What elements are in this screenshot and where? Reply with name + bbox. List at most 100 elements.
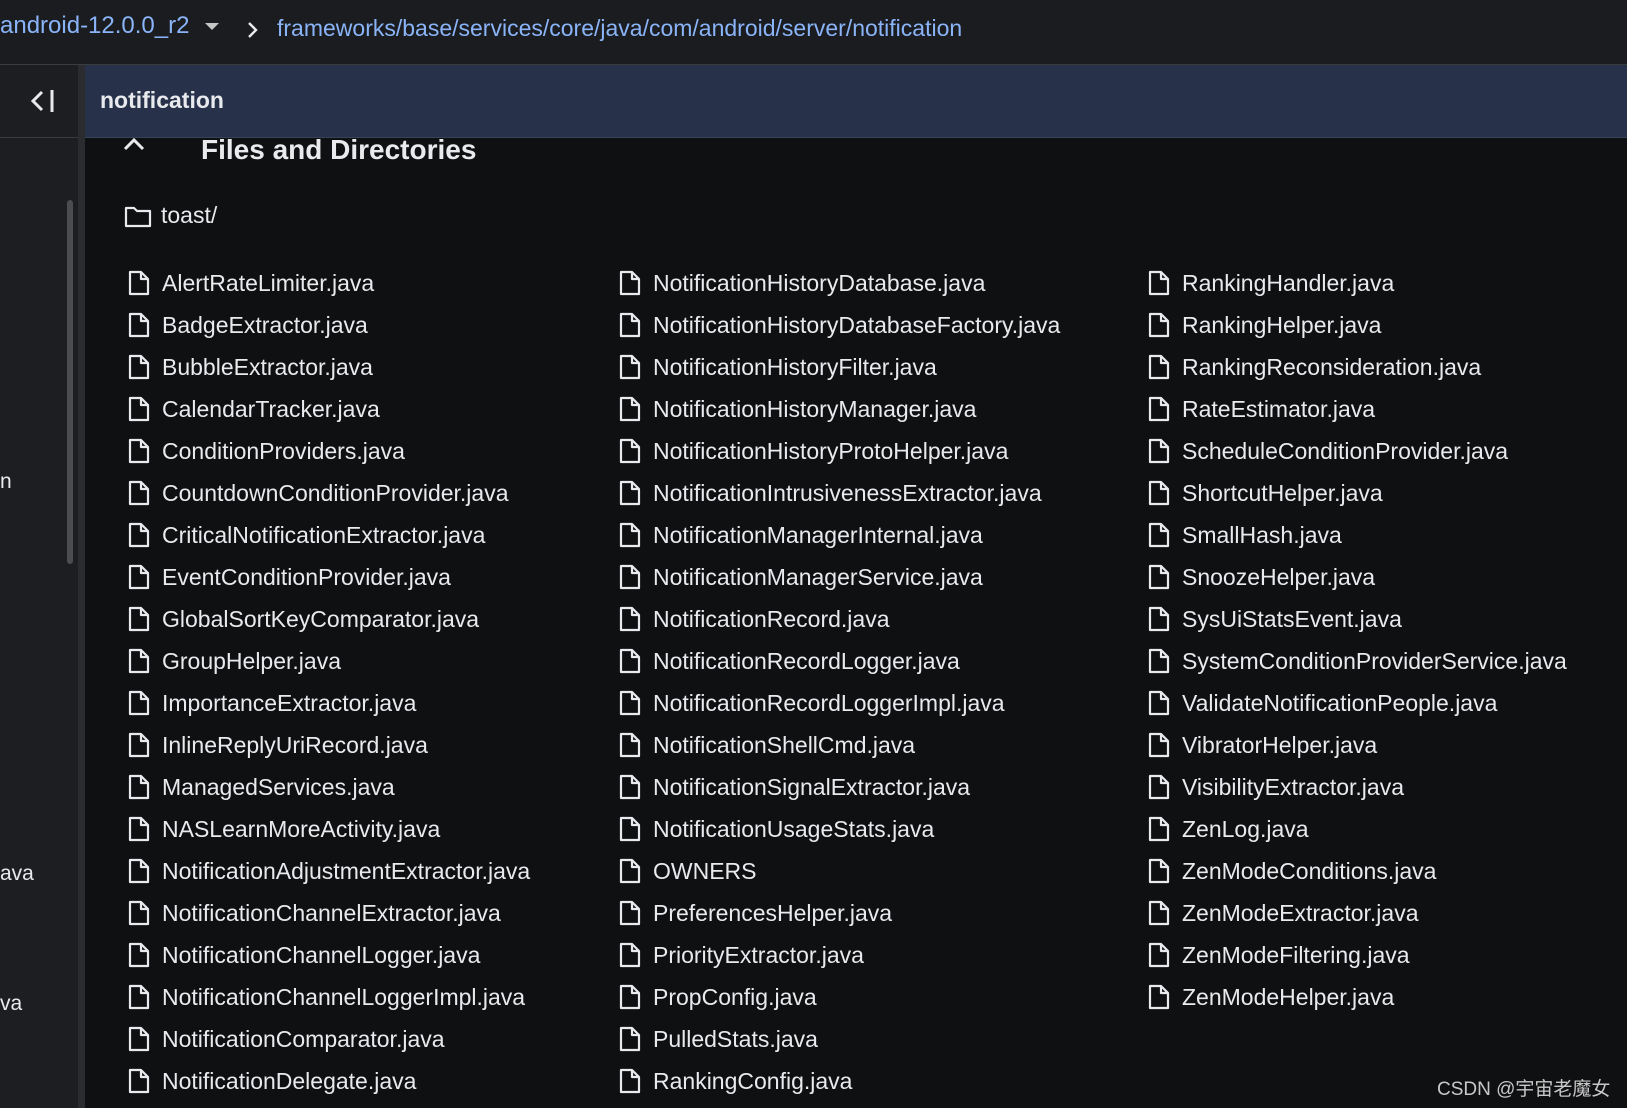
sidebar-item-label[interactable]: n bbox=[0, 470, 12, 494]
file-name[interactable]: NotificationComparator.java bbox=[162, 1024, 445, 1054]
file-name[interactable]: PropConfig.java bbox=[653, 982, 817, 1012]
file-name[interactable]: NASLearnMoreActivity.java bbox=[162, 814, 440, 844]
file-icon bbox=[1148, 438, 1170, 464]
file-icon bbox=[1148, 354, 1170, 380]
branch-selector[interactable]: android-12.0.0_r2 bbox=[0, 12, 189, 40]
file-name[interactable]: OWNERS bbox=[653, 856, 757, 886]
file-name[interactable]: AlertRateLimiter.java bbox=[162, 268, 374, 298]
file-name[interactable]: CountdownConditionProvider.java bbox=[162, 478, 509, 508]
file-icon bbox=[619, 564, 641, 590]
file-icon bbox=[1148, 480, 1170, 506]
file-name[interactable]: InlineReplyUriRecord.java bbox=[162, 730, 428, 760]
file-name[interactable]: NotificationShellCmd.java bbox=[653, 730, 915, 760]
file-name[interactable]: EventConditionProvider.java bbox=[162, 562, 451, 592]
file-icon bbox=[619, 900, 641, 926]
file-name[interactable]: RankingHelper.java bbox=[1182, 310, 1381, 340]
file-icon bbox=[619, 942, 641, 968]
file-name[interactable]: NotificationHistoryManager.java bbox=[653, 394, 976, 424]
file-name[interactable]: ZenLog.java bbox=[1182, 814, 1309, 844]
file-icon bbox=[1148, 732, 1170, 758]
file-icon bbox=[128, 984, 150, 1010]
file-name[interactable]: BubbleExtractor.java bbox=[162, 352, 373, 382]
file-name[interactable]: GroupHelper.java bbox=[162, 646, 341, 676]
file-name[interactable]: ConditionProviders.java bbox=[162, 436, 405, 466]
file-name[interactable]: ZenModeExtractor.java bbox=[1182, 898, 1419, 928]
file-name[interactable]: ZenModeFiltering.java bbox=[1182, 940, 1410, 970]
file-icon bbox=[619, 1068, 641, 1094]
file-icon bbox=[619, 480, 641, 506]
file-name[interactable]: ScheduleConditionProvider.java bbox=[1182, 436, 1508, 466]
file-name[interactable]: NotificationAdjustmentExtractor.java bbox=[162, 856, 530, 886]
file-name[interactable]: NotificationHistoryDatabaseFactory.java bbox=[653, 310, 1060, 340]
file-name[interactable]: NotificationRecordLogger.java bbox=[653, 646, 960, 676]
file-icon bbox=[619, 1026, 641, 1052]
file-name[interactable]: VisibilityExtractor.java bbox=[1182, 772, 1404, 802]
file-name[interactable]: SysUiStatsEvent.java bbox=[1182, 604, 1402, 634]
file-name[interactable]: ImportanceExtractor.java bbox=[162, 688, 416, 718]
file-name[interactable]: NotificationChannelLogger.java bbox=[162, 940, 480, 970]
file-name[interactable]: NotificationUsageStats.java bbox=[653, 814, 934, 844]
sidebar-item-label[interactable]: va bbox=[0, 992, 22, 1016]
file-name[interactable]: NotificationHistoryDatabase.java bbox=[653, 268, 985, 298]
file-icon bbox=[1148, 858, 1170, 884]
breadcrumb-path[interactable]: frameworks/base/services/core/java/com/a… bbox=[277, 15, 962, 42]
file-icon bbox=[128, 1068, 150, 1094]
file-icon bbox=[619, 816, 641, 842]
file-icon bbox=[1148, 774, 1170, 800]
file-name[interactable]: SystemConditionProviderService.java bbox=[1182, 646, 1567, 676]
file-name[interactable]: ZenModeConditions.java bbox=[1182, 856, 1436, 886]
file-icon bbox=[1148, 648, 1170, 674]
file-icon bbox=[1148, 270, 1170, 296]
file-name[interactable]: PriorityExtractor.java bbox=[653, 940, 864, 970]
file-name[interactable]: RankingConfig.java bbox=[653, 1066, 852, 1096]
file-icon bbox=[619, 522, 641, 548]
directory-name[interactable]: toast/ bbox=[161, 202, 217, 229]
file-name[interactable]: NotificationHistoryProtoHelper.java bbox=[653, 436, 1008, 466]
file-name[interactable]: ShortcutHelper.java bbox=[1182, 478, 1383, 508]
file-name[interactable]: SmallHash.java bbox=[1182, 520, 1342, 550]
file-name[interactable]: NotificationChannelLoggerImpl.java bbox=[162, 982, 525, 1012]
file-name[interactable]: PulledStats.java bbox=[653, 1024, 818, 1054]
file-name[interactable]: NotificationSignalExtractor.java bbox=[653, 772, 970, 802]
file-name[interactable]: BadgeExtractor.java bbox=[162, 310, 368, 340]
file-name[interactable]: NotificationRecord.java bbox=[653, 604, 890, 634]
file-name[interactable]: NotificationDelegate.java bbox=[162, 1066, 416, 1096]
sidebar-resize-handle[interactable] bbox=[78, 65, 85, 1108]
file-icon bbox=[128, 648, 150, 674]
file-name[interactable]: NotificationHistoryFilter.java bbox=[653, 352, 937, 382]
file-icon bbox=[128, 396, 150, 422]
file-name[interactable]: RankingHandler.java bbox=[1182, 268, 1394, 298]
file-name[interactable]: RateEstimator.java bbox=[1182, 394, 1375, 424]
file-name[interactable]: NotificationManagerService.java bbox=[653, 562, 983, 592]
file-icon bbox=[1148, 522, 1170, 548]
file-icon bbox=[1148, 606, 1170, 632]
file-name[interactable]: NotificationRecordLoggerImpl.java bbox=[653, 688, 1005, 718]
sidebar-scrollbar[interactable] bbox=[67, 200, 73, 564]
file-name[interactable]: ValidateNotificationPeople.java bbox=[1182, 688, 1497, 718]
file-name[interactable]: CriticalNotificationExtractor.java bbox=[162, 520, 485, 550]
file-name[interactable]: NotificationChannelExtractor.java bbox=[162, 898, 501, 928]
file-icon bbox=[128, 858, 150, 884]
file-name[interactable]: NotificationIntrusivenessExtractor.java bbox=[653, 478, 1042, 508]
file-name[interactable]: GlobalSortKeyComparator.java bbox=[162, 604, 479, 634]
file-name[interactable]: ManagedServices.java bbox=[162, 772, 395, 802]
file-icon bbox=[619, 690, 641, 716]
file-name[interactable]: SnoozeHelper.java bbox=[1182, 562, 1375, 592]
folder-icon bbox=[124, 206, 152, 228]
file-icon bbox=[1148, 690, 1170, 716]
file-icon bbox=[1148, 312, 1170, 338]
file-icon bbox=[128, 270, 150, 296]
file-icon bbox=[619, 396, 641, 422]
file-name[interactable]: CalendarTracker.java bbox=[162, 394, 380, 424]
collapse-sidebar-icon[interactable] bbox=[28, 86, 58, 116]
file-icon bbox=[1148, 900, 1170, 926]
file-name[interactable]: ZenModeHelper.java bbox=[1182, 982, 1394, 1012]
file-name[interactable]: NotificationManagerInternal.java bbox=[653, 520, 983, 550]
file-name[interactable]: PreferencesHelper.java bbox=[653, 898, 892, 928]
file-name[interactable]: RankingReconsideration.java bbox=[1182, 352, 1481, 382]
sidebar-item-label[interactable]: ava bbox=[0, 862, 34, 886]
branch-dropdown-icon[interactable] bbox=[205, 23, 219, 30]
file-icon bbox=[128, 816, 150, 842]
file-name[interactable]: VibratorHelper.java bbox=[1182, 730, 1377, 760]
chevron-up-icon[interactable] bbox=[121, 136, 147, 152]
